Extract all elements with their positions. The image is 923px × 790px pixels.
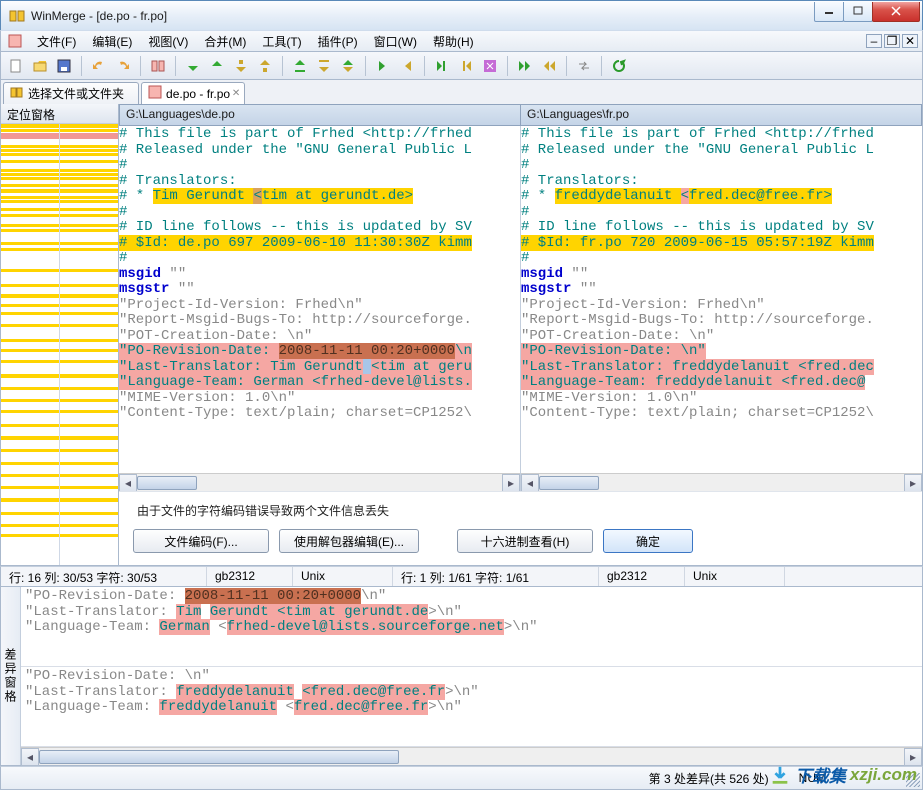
all-right-icon[interactable] (514, 55, 536, 77)
copy-left-icon[interactable] (396, 55, 418, 77)
mdi-minimize[interactable]: ‒ (866, 34, 882, 48)
menu-edit[interactable]: 编辑(E) (84, 31, 140, 52)
menubar: 文件(F) 编辑(E) 视图(V) 合并(M) 工具(T) 插件(P) 窗口(W… (0, 30, 923, 52)
diff-icon (148, 85, 162, 102)
next-diff-icon[interactable] (182, 55, 204, 77)
menu-file[interactable]: 文件(F) (29, 31, 84, 52)
diff-detail-upper[interactable]: "PO-Revision-Date: 2008-11-11 00:20+0000… (21, 587, 922, 667)
menu-merge[interactable]: 合并(M) (196, 31, 254, 52)
diff-detail-title: 差异窗格 (1, 587, 21, 765)
goto-diff-icon[interactable] (337, 55, 359, 77)
menu-help[interactable]: 帮助(H) (425, 31, 482, 52)
client-area: 定位窗格 G:\Languages\de.po G:\Languages\fr.… (0, 104, 923, 566)
mdi-close[interactable]: ✕ (902, 34, 918, 48)
editor-status-row: 行: 16 列: 30/53 字符: 30/53 gb2312 Unix 行: … (0, 566, 923, 586)
location-body[interactable] (1, 124, 118, 565)
app-icon-small (7, 33, 23, 49)
left-enc: gb2312 (207, 567, 293, 586)
menu-view[interactable]: 视图(V) (140, 31, 196, 52)
ok-button[interactable]: 确定 (603, 529, 693, 553)
right-eol: Unix (685, 567, 785, 586)
hex-view-button[interactable]: 十六进制查看(H) (457, 529, 593, 553)
resize-grip[interactable] (906, 773, 920, 787)
tab-label: 选择文件或文件夹 (28, 85, 124, 102)
right-pos: 行: 1 列: 1/61 字符: 1/61 (393, 567, 599, 586)
window-title: WinMerge - [de.po - fr.po] (31, 9, 815, 23)
all-left-icon[interactable] (538, 55, 560, 77)
toolbar (0, 52, 923, 80)
files-icon (10, 85, 24, 102)
tabbar: 选择文件或文件夹 de.po - fr.po ✕ (0, 80, 923, 104)
unpacker-edit-button[interactable]: 使用解包器编辑(E)... (279, 529, 419, 553)
hscrollbar[interactable]: ◂ ▸ (119, 473, 520, 491)
copy-left-advance-icon[interactable] (455, 55, 477, 77)
open-icon[interactable] (29, 55, 51, 77)
tab-diff[interactable]: de.po - fr.po ✕ (141, 82, 245, 104)
new-icon[interactable] (5, 55, 27, 77)
format-icon[interactable] (479, 55, 501, 77)
next-diff-y-icon[interactable] (230, 55, 252, 77)
swap-icon[interactable] (573, 55, 595, 77)
left-editor[interactable]: # This file is part of Frhed <http://frh… (119, 126, 521, 491)
minimize-button[interactable] (814, 2, 844, 22)
left-path[interactable]: G:\Languages\de.po (119, 104, 521, 126)
diff-area: G:\Languages\de.po G:\Languages\fr.po # … (119, 104, 922, 565)
menu-tools[interactable]: 工具(T) (254, 31, 309, 52)
app-icon (9, 8, 25, 24)
mdi-restore[interactable]: ❐ (884, 34, 900, 48)
titlebar: WinMerge - [de.po - fr.po] (0, 0, 923, 30)
undo-icon[interactable] (88, 55, 110, 77)
location-pane: 定位窗格 (1, 104, 119, 565)
close-button[interactable] (872, 2, 920, 22)
hscrollbar[interactable]: ◂ ▸ (21, 747, 922, 765)
prev-diff-y-icon[interactable] (254, 55, 276, 77)
diff-summary: 第 3 处差异(共 526 处) (649, 770, 769, 787)
right-path[interactable]: G:\Languages\fr.po (521, 104, 922, 126)
left-pos: 行: 16 列: 30/53 字符: 30/53 (1, 567, 207, 586)
num-indicator: NUM (799, 771, 826, 785)
left-eol: Unix (293, 567, 393, 586)
encoding-message: 由于文件的字符编码错误导致两个文件信息丢失 (133, 502, 908, 519)
hscrollbar[interactable]: ◂ ▸ (521, 473, 922, 491)
redo-icon[interactable] (112, 55, 134, 77)
statusbar: 第 3 处差异(共 526 处) NUM (0, 766, 923, 790)
menu-plugins[interactable]: 插件(P) (310, 31, 366, 52)
maximize-button[interactable] (843, 2, 873, 22)
copy-right-icon[interactable] (372, 55, 394, 77)
prev-diff-icon[interactable] (206, 55, 228, 77)
diff-detail-panel: 差异窗格 "PO-Revision-Date: 2008-11-11 00:20… (0, 586, 923, 766)
right-editor[interactable]: # This file is part of Frhed <http://frh… (521, 126, 922, 491)
first-diff-icon[interactable] (289, 55, 311, 77)
compare-icon[interactable] (147, 55, 169, 77)
location-pane-title: 定位窗格 (1, 104, 118, 124)
save-icon[interactable] (53, 55, 75, 77)
encoding-bar: 由于文件的字符编码错误导致两个文件信息丢失 文件编码(F)... 使用解包器编辑… (119, 491, 922, 565)
right-enc: gb2312 (599, 567, 685, 586)
diff-detail-lower[interactable]: "PO-Revision-Date: \n""Last-Translator: … (21, 667, 922, 747)
tab-close-icon[interactable]: ✕ (230, 87, 242, 99)
refresh-icon[interactable] (608, 55, 630, 77)
tab-label: de.po - fr.po (166, 87, 230, 101)
menu-window[interactable]: 窗口(W) (366, 31, 425, 52)
tab-select-files[interactable]: 选择文件或文件夹 (3, 82, 139, 104)
last-diff-icon[interactable] (313, 55, 335, 77)
file-encoding-button[interactable]: 文件编码(F)... (133, 529, 269, 553)
copy-right-advance-icon[interactable] (431, 55, 453, 77)
